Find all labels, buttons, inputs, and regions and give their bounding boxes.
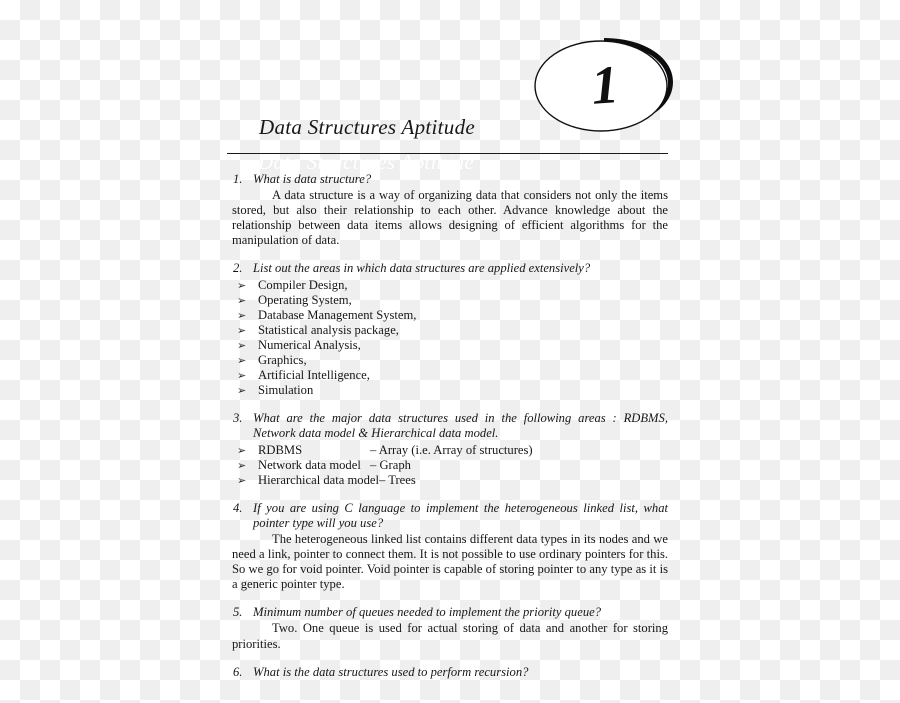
list-item-label: Artificial Intelligence, [258,368,370,383]
list-item: ➢ Numerical Analysis, [232,338,668,353]
list-item-label: Simulation [258,383,314,398]
question: 5. Minimum number of queues needed to im… [232,605,668,620]
question: 1. What is data structure? [232,172,668,187]
arrowhead-bullet-icon: ➢ [237,473,247,487]
arrowhead-bullet-icon: ➢ [237,443,247,457]
list-item: ➢ Simulation [232,383,668,398]
answer-text: Two. One queue is used for actual storin… [232,621,668,651]
qa-block: 3. What are the major data structures us… [232,411,668,487]
question-text: Minimum number of queues needed to imple… [253,605,602,620]
arrowhead-bullet-icon: ➢ [237,338,247,352]
ellipse-badge-icon [534,38,673,132]
question: 2. List out the areas in which data stru… [232,261,668,276]
pair-term: Network data model [258,457,361,472]
list-item-label: Operating System, [258,292,352,307]
question-number: 4. [233,500,243,515]
question-number: 3. [233,411,243,426]
question: 6. What is the data structures used to p… [232,665,668,680]
arrowhead-bullet-icon: ➢ [237,354,247,368]
list-item: ➢ Hierarchical data model– Trees [232,473,668,488]
arrowhead-bullet-icon: ➢ [237,458,247,472]
list-item: ➢ Database Management System, [232,308,668,323]
chapter-number-badge: 1 [530,34,678,138]
chapter-header: Data Structures Aptitude 1 [227,36,673,154]
pair-value: – Trees [378,472,416,487]
question: 4. If you are using C language to implem… [232,501,668,531]
question-text: List out the areas in which data structu… [253,261,591,276]
list-item-label: Compiler Design, [258,277,348,292]
question-number: 2. [233,261,243,276]
qa-block: 4. If you are using C language to implem… [232,501,668,593]
list-item-label: Statistical analysis package, [258,322,399,337]
arrowhead-bullet-icon: ➢ [237,308,247,322]
arrowhead-bullet-icon: ➢ [237,278,247,292]
arrowhead-bullet-icon: ➢ [237,323,247,337]
qa-content: 1. What is data structure? A data struct… [232,172,668,681]
question-number: 1. [233,172,243,186]
answer-text: A data structure is a way of organizing … [232,188,668,248]
qa-block: 1. What is data structure? A data struct… [232,172,668,248]
arrowhead-bullet-icon: ➢ [237,293,247,307]
question-number: 6. [233,664,243,679]
pair-term: Hierarchical data model [258,472,379,487]
question-text: If you are using C language to implement… [253,500,668,530]
arrowhead-bullet-icon: ➢ [237,384,247,398]
pair-value: – Graph [370,457,411,472]
question-text: What are the major data structures used … [253,411,668,441]
list-item: ➢ RDBMS – Array (i.e. Array of structures… [232,443,668,458]
answer-pair-list: ➢ RDBMS – Array (i.e. Array of structures… [232,443,668,488]
qa-block: 2. List out the areas in which data stru… [232,261,668,398]
list-item: ➢ Artificial Intelligence, [232,368,668,383]
list-item: ➢ Network data model – Graph [232,458,668,473]
document-page: Data Structures Aptitude 1 Data Structur… [0,0,900,703]
list-item: ➢ Graphics, [232,353,668,368]
question-number: 5. [233,605,243,620]
list-item-label: Database Management System, [258,307,417,322]
arrowhead-bullet-icon: ➢ [237,369,247,383]
chapter-title: Data Structures Aptitude [259,115,476,139]
list-item-label: Numerical Analysis, [258,337,361,352]
question: 3. What are the major data structures us… [232,411,668,441]
qa-block: 5. Minimum number of queues needed to im… [232,605,668,651]
answer-bullet-list: ➢ Compiler Design, ➢ Operating System, ➢… [232,278,668,399]
answer-text: The heterogeneous linked list contains d… [232,531,668,592]
question-text: What is data structure? [253,172,372,186]
pair-term: RDBMS [258,442,303,457]
qa-block: 6. What is the data structures used to p… [232,665,668,680]
list-item: ➢ Operating System, [232,293,668,308]
list-item: ➢ Statistical analysis package, [232,323,668,338]
list-item: ➢ Compiler Design, [232,278,668,293]
list-item-label: Graphics, [258,353,307,368]
question-text: What is the data structures used to perf… [253,664,529,679]
pair-value: – Array (i.e. Array of structures) [370,442,533,457]
